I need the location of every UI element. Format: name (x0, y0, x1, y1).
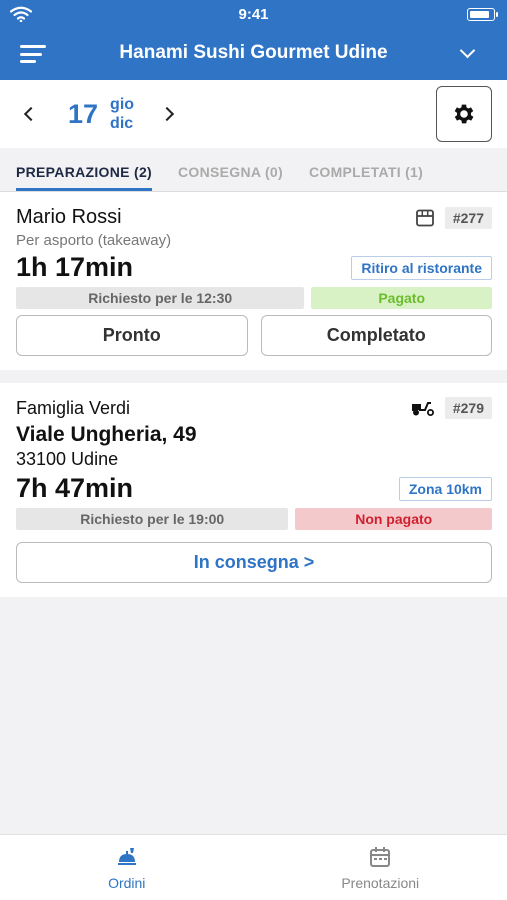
complete-button[interactable]: Completato (260, 315, 492, 356)
restaurant-title[interactable]: Hanami Sushi Gourmet Udine (0, 42, 507, 64)
gear-icon (454, 104, 474, 124)
requested-time: Richiesto per le 12:30 (16, 287, 305, 309)
elapsed-time: 1h 17min (16, 252, 134, 282)
zone-badge: Zona 10km (398, 476, 492, 501)
address-line-1: Viale Ungheria, 49 (16, 423, 197, 446)
chevron-left-icon (23, 106, 39, 122)
order-card[interactable]: Famiglia Verdi #279 Viale Ungheria, 49 3… (0, 383, 507, 597)
date-weekday: gio (110, 96, 135, 113)
settings-button[interactable] (436, 86, 492, 142)
order-type: Per asporto (takeaway) (16, 232, 172, 249)
requested-time: Richiesto per le 19:00 (16, 508, 289, 530)
date-bar: 17 gio dic (0, 80, 507, 148)
food-tray-icon (117, 847, 136, 865)
nav-label-ordini: Ordini (108, 874, 146, 891)
ready-button[interactable]: Pronto (16, 315, 248, 356)
payment-status: Non pagato (295, 508, 492, 530)
store-icon (415, 209, 434, 226)
previous-day-button[interactable] (16, 99, 46, 129)
order-tabs: PREPARAZIONE (2) CONSEGNA (0) COMPLETATI… (0, 148, 507, 192)
date-weekday-month: gio dic (110, 95, 134, 133)
customer-name: Mario Rossi (16, 206, 122, 228)
battery-icon (467, 7, 498, 21)
top-bar: 9:41 Hanami Sushi Gourmet Udine (0, 0, 507, 80)
tab-completati[interactable]: COMPLETATI (1) (309, 164, 423, 191)
payment-status: Pagato (311, 287, 492, 309)
menu-icon[interactable] (20, 45, 46, 63)
nav-bar: Hanami Sushi Gourmet Udine (0, 28, 507, 80)
next-day-button[interactable] (152, 99, 182, 129)
status-time: 9:41 (238, 6, 269, 23)
pickup-badge: Ritiro al ristorante (351, 255, 492, 280)
date-day: 17 (68, 98, 99, 129)
nav-label-prenotazioni: Prenotazioni (341, 874, 420, 891)
order-card[interactable]: Mario Rossi #277 Per asporto (takeaway) … (0, 192, 507, 370)
elapsed-time: 7h 47min (16, 473, 134, 503)
address-line-2: 33100 Udine (16, 449, 119, 469)
order-id: #279 (444, 397, 492, 419)
status-bar: 9:41 (0, 0, 507, 28)
date-month: dic (110, 115, 134, 132)
chevron-right-icon (159, 106, 175, 122)
bottom-nav: Ordini Prenotazioni (0, 834, 507, 900)
tab-consegna[interactable]: CONSEGNA (0) (178, 164, 283, 191)
nav-item-prenotazioni[interactable]: Prenotazioni (254, 835, 507, 900)
scooter-icon (411, 402, 434, 416)
customer-name: Famiglia Verdi (16, 397, 131, 418)
nav-item-ordini[interactable]: Ordini (0, 835, 254, 900)
order-id: #277 (444, 206, 492, 229)
calendar-icon (370, 846, 391, 867)
tab-preparazione[interactable]: PREPARAZIONE (2) (16, 164, 152, 191)
in-delivery-button[interactable]: In consegna > (16, 542, 492, 583)
